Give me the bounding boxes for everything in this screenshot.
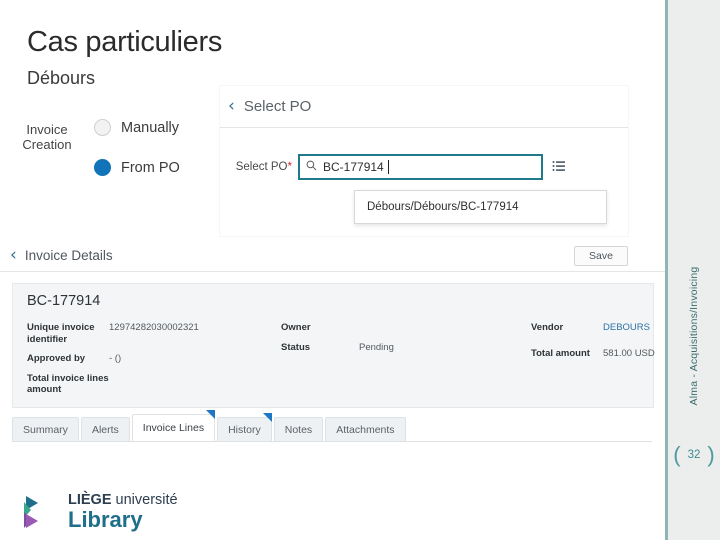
- tab-label: Attachments: [336, 423, 395, 436]
- radio-button-manually-icon[interactable]: [94, 119, 111, 136]
- tab-corner-marker-icon: [206, 410, 216, 419]
- meta-key: Total amount: [531, 347, 590, 359]
- tab-invoice-lines[interactable]: Invoice Lines: [131, 410, 216, 441]
- required-marker: *: [287, 161, 292, 173]
- page-subtitle: Débours: [27, 68, 96, 88]
- sidebar-section-label: Alma - Acquisitions/Invoicing: [688, 266, 700, 406]
- select-po-suggestions-dropdown[interactable]: Débours/Débours/BC-177914: [354, 190, 607, 224]
- invoice-summary-card: BC-177914 Unique invoice identifier 1297…: [12, 283, 655, 408]
- logo-line-2: Library: [68, 506, 143, 532]
- search-icon: [306, 160, 317, 174]
- select-po-title: Select PO: [243, 98, 312, 115]
- select-po-search-input[interactable]: BC-177914: [298, 154, 543, 180]
- meta-row: Status Pending: [281, 342, 531, 354]
- list-view-icon[interactable]: [552, 160, 566, 174]
- meta-row: Unique invoice identifier 12974282030002…: [27, 322, 282, 345]
- logo-line-1: LIÈGE université: [68, 493, 178, 508]
- meta-key: Unique invoice identifier: [27, 322, 95, 345]
- bracket-left-icon: (: [673, 442, 681, 467]
- page-title: Cas particuliers: [27, 26, 223, 58]
- select-po-search-value: BC-177914: [323, 160, 384, 174]
- invoice-number-heading: BC-177914: [27, 293, 101, 309]
- meta-row: Owner: [281, 322, 531, 334]
- invoice-meta-column-2: Owner Status Pending: [281, 322, 531, 361]
- logo-mark-icon: [24, 492, 60, 532]
- radio-option-from-po[interactable]: From PO: [94, 159, 180, 176]
- tab-label: Alerts: [91, 423, 119, 436]
- logo-text: LIÈGE université Library: [68, 493, 178, 531]
- meta-key: Total invoice lines amount: [27, 372, 109, 396]
- tab-label: History: [228, 423, 261, 436]
- meta-row: Total amount 581.00 USD: [531, 348, 655, 360]
- meta-key: Status: [281, 341, 311, 353]
- logo-mark-svg: [24, 496, 38, 528]
- chevron-left-icon[interactable]: ‹: [10, 246, 17, 264]
- invoice-details-tabs: Summary Alerts Invoice Lines History Not…: [12, 410, 652, 442]
- logo-liege: LIÈGE: [68, 492, 112, 509]
- tab-history[interactable]: History: [217, 413, 272, 441]
- suggestion-item[interactable]: Débours/Débours/BC-177914: [355, 198, 606, 216]
- meta-value: 581.00 USD: [603, 347, 655, 359]
- tab-attachments[interactable]: Attachments: [325, 417, 406, 441]
- bracket-right-icon: ): [707, 442, 715, 467]
- radio-button-from-po-icon[interactable]: [94, 159, 111, 176]
- meta-value: - (): [109, 353, 122, 364]
- tab-label: Invoice Lines: [142, 422, 205, 434]
- logo-universite: université: [111, 492, 178, 509]
- save-button[interactable]: Save: [574, 246, 628, 266]
- vendor-link[interactable]: DEBOURS: [603, 322, 650, 334]
- select-po-field-row: Select PO* BC-177914: [220, 154, 628, 180]
- meta-value: 12974282030002321: [109, 322, 199, 333]
- slide-canvas: Cas particuliers Débours Invoice Creatio…: [0, 0, 720, 540]
- select-po-panel: ‹ Select PO Select PO* BC-177914 Débours…: [220, 86, 628, 236]
- invoice-details-title: Invoice Details: [24, 247, 113, 263]
- meta-key: Approved by: [27, 353, 86, 364]
- invoice-creation-label-line2: Creation: [22, 137, 72, 152]
- meta-key: Vendor: [531, 322, 564, 333]
- meta-row: Approved by - (): [27, 353, 282, 365]
- invoice-details-panel: ‹ Invoice Details Save BC-177914 Unique …: [0, 239, 666, 453]
- meta-row: Vendor DEBOURS: [531, 322, 655, 334]
- select-po-field-label-text: Select PO: [235, 161, 288, 173]
- tab-corner-marker-icon: [262, 413, 272, 422]
- meta-row: Total invoice lines amount: [27, 373, 282, 396]
- meta-value: Pending: [359, 341, 394, 353]
- list-view-icon-svg: [552, 161, 565, 171]
- radio-label-from-po: From PO: [121, 159, 180, 176]
- invoice-creation-label: Invoice Creation: [14, 122, 80, 152]
- page-number: 32: [687, 449, 701, 461]
- invoice-meta-column-3: Vendor DEBOURS Total amount 581.00 USD: [531, 322, 655, 367]
- tab-notes[interactable]: Notes: [273, 417, 324, 441]
- page-number-badge: (32): [668, 442, 720, 468]
- tab-label: Summary: [23, 423, 68, 436]
- radio-label-manually: Manually: [121, 119, 180, 136]
- tab-label: Notes: [284, 423, 313, 436]
- tab-summary[interactable]: Summary: [12, 417, 79, 441]
- right-sidebar: Alma - Acquisitions/Invoicing (32): [665, 0, 720, 540]
- text-caret: [387, 160, 389, 174]
- search-icon-svg: [306, 160, 317, 171]
- tab-alerts[interactable]: Alerts: [80, 417, 130, 441]
- select-po-field-label: Select PO*: [220, 161, 298, 173]
- radio-option-manually[interactable]: Manually: [94, 119, 179, 136]
- select-po-header: ‹ Select PO: [220, 86, 628, 128]
- invoice-meta-column-1: Unique invoice identifier 12974282030002…: [27, 322, 282, 404]
- liege-university-library-logo: LIÈGE université Library: [24, 492, 178, 532]
- invoice-creation-label-line1: Invoice: [26, 122, 68, 137]
- invoice-details-header: ‹ Invoice Details: [0, 239, 666, 272]
- meta-key: Owner: [281, 322, 311, 333]
- chevron-left-icon[interactable]: ‹: [228, 98, 235, 115]
